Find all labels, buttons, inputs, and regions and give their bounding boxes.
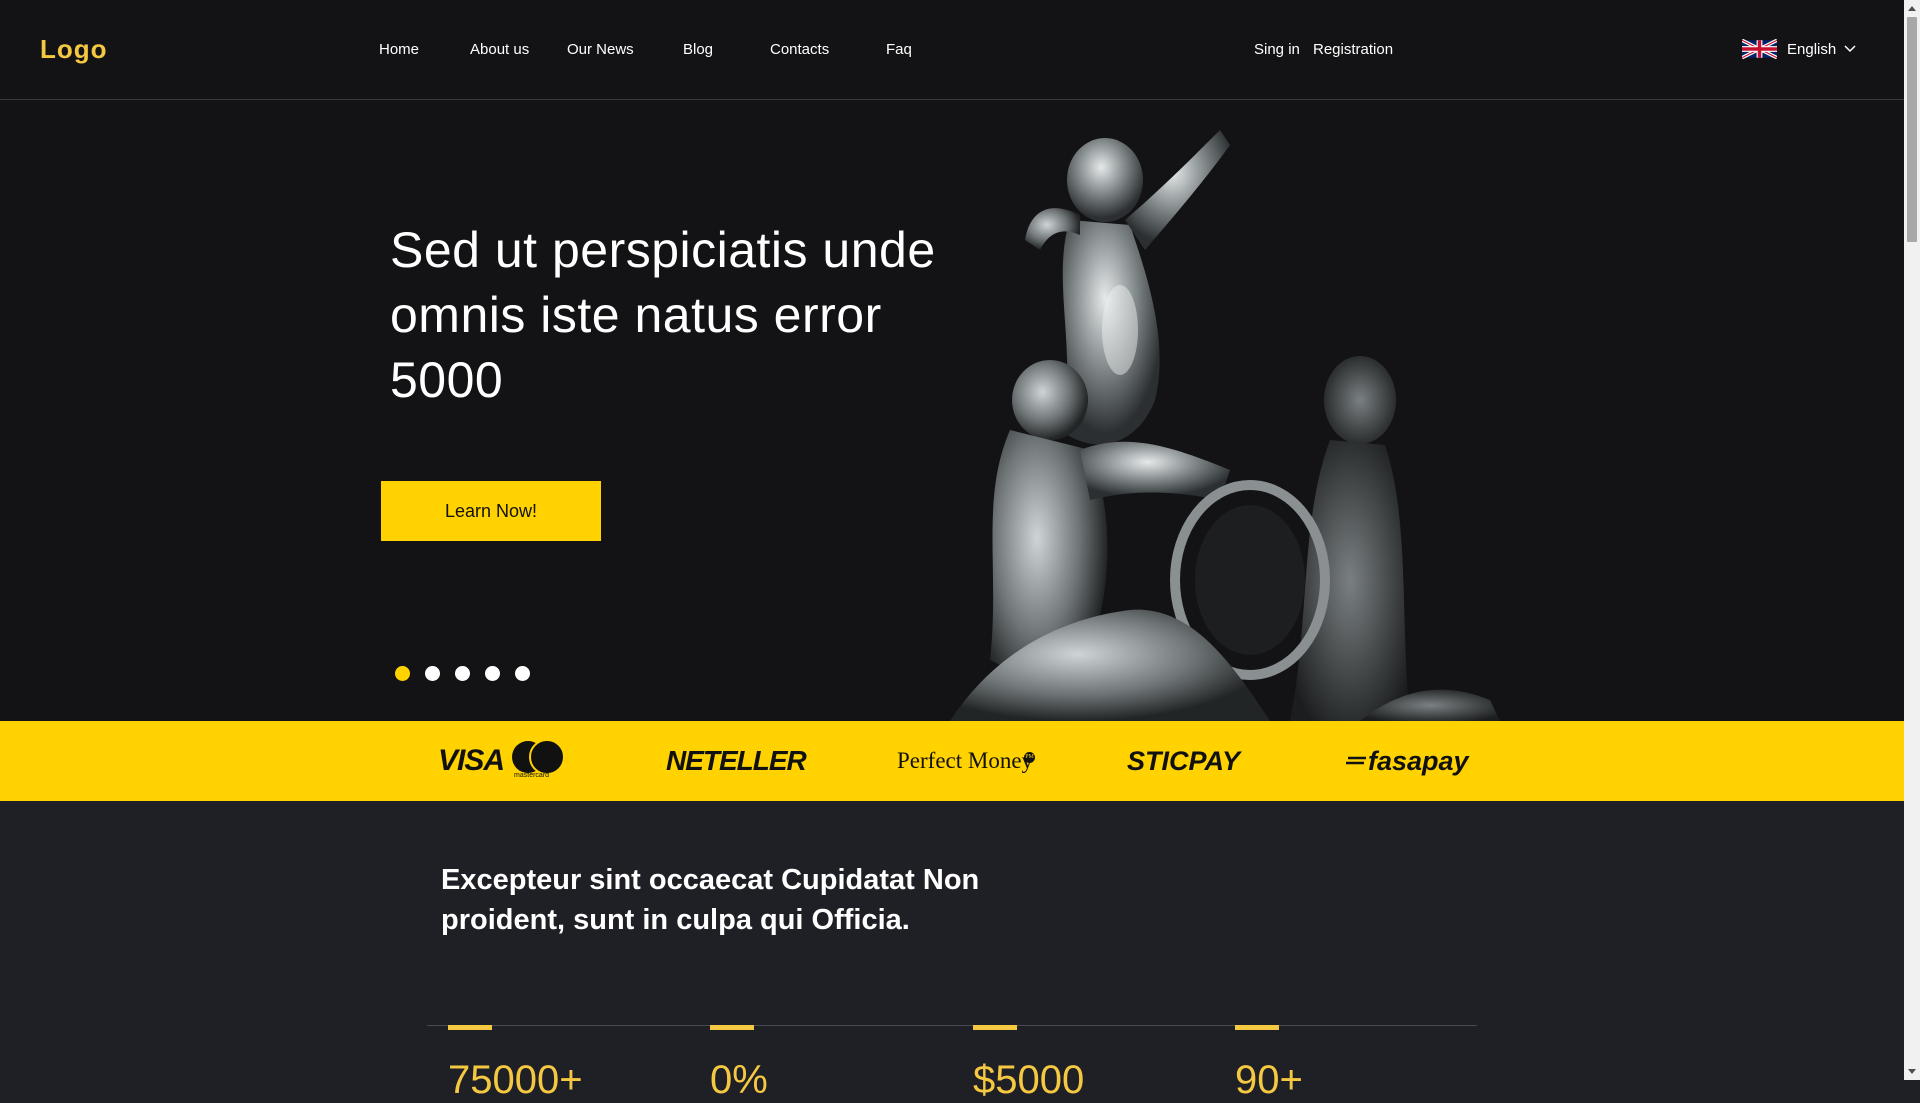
neteller-logo: NETELLER: [666, 737, 807, 785]
page-scrollbar[interactable]: [1904, 0, 1920, 1080]
cherub-statue-image: [950, 130, 1500, 721]
about-title: Excepteur sint occaecat Cupidatat Non pr…: [441, 864, 980, 936]
fasapay-label: fasapay: [1368, 745, 1469, 776]
nav-contacts[interactable]: Contacts: [770, 41, 829, 58]
uk-flag-icon: [1742, 39, 1777, 59]
scroll-up-arrow-icon[interactable]: [1908, 6, 1916, 11]
neteller-label: NETELLER: [666, 745, 807, 776]
perfect-money-label: Perfect Money PM: [897, 748, 1036, 773]
nav-about-us[interactable]: About us: [470, 41, 529, 58]
visa-mastercard-logo: VISA mastercard: [438, 737, 566, 785]
hero-title: Sed ut perspiciatis unde omnis iste natu…: [390, 222, 936, 408]
chevron-down-icon: [1844, 45, 1856, 53]
stat-value: 0%: [710, 1058, 768, 1102]
stat-accent-bar: [448, 1025, 492, 1030]
stat-accent-bar: [973, 1025, 1017, 1030]
nav-our-news[interactable]: Our News: [567, 41, 634, 58]
site-header: Logo Home About us Our News Blog Contact…: [0, 0, 1904, 100]
stat-value: 90+: [1235, 1058, 1303, 1102]
site-logo[interactable]: Logo: [40, 34, 108, 65]
nav-faq[interactable]: Faq: [886, 41, 912, 58]
slider-pagination: [395, 666, 530, 681]
registration-link[interactable]: Registration: [1313, 41, 1393, 58]
stat-value: $5000: [973, 1058, 1085, 1102]
mastercard-icon: mastercard: [512, 739, 566, 781]
signin-link[interactable]: Sing in: [1254, 41, 1300, 58]
perfect-money-logo: Perfect Money PM: [897, 737, 1036, 785]
language-selector[interactable]: English: [1742, 38, 1856, 60]
visa-logo: VISA: [438, 744, 505, 777]
hero-section: Sed ut perspiciatis unde omnis iste natu…: [0, 100, 1904, 721]
scroll-down-arrow-icon[interactable]: [1908, 1069, 1916, 1074]
stat-value: 75000+: [448, 1058, 583, 1102]
slide-dot-5[interactable]: [515, 666, 530, 681]
learn-now-button[interactable]: Learn Now!: [381, 481, 601, 541]
slide-dot-3[interactable]: [455, 666, 470, 681]
payment-methods-strip: VISA mastercard NETELLER Perfect Money PM…: [0, 721, 1904, 801]
nav-blog[interactable]: Blog: [683, 41, 713, 58]
mastercard-label: mastercard: [514, 772, 550, 779]
sticpay-label: STICPAY: [1127, 745, 1241, 776]
stat-accent-bar: [1235, 1025, 1279, 1030]
fasapay-swoosh-icon: [1346, 756, 1366, 765]
scroll-thumb[interactable]: [1907, 17, 1917, 242]
sticpay-logo: STICPAY: [1127, 737, 1240, 785]
stat-item: $5000: [952, 1025, 1192, 1103]
slide-dot-2[interactable]: [425, 666, 440, 681]
slide-dot-1[interactable]: [395, 666, 410, 681]
stat-item: 75000+: [427, 1025, 667, 1103]
nav-home[interactable]: Home: [379, 41, 419, 58]
stat-item: 90+: [1214, 1025, 1454, 1103]
slide-dot-4[interactable]: [485, 666, 500, 681]
fasapay-logo: fasapay: [1346, 737, 1469, 785]
stat-accent-bar: [710, 1025, 754, 1030]
language-label: English: [1787, 40, 1837, 58]
stat-item: 0%: [689, 1025, 929, 1103]
